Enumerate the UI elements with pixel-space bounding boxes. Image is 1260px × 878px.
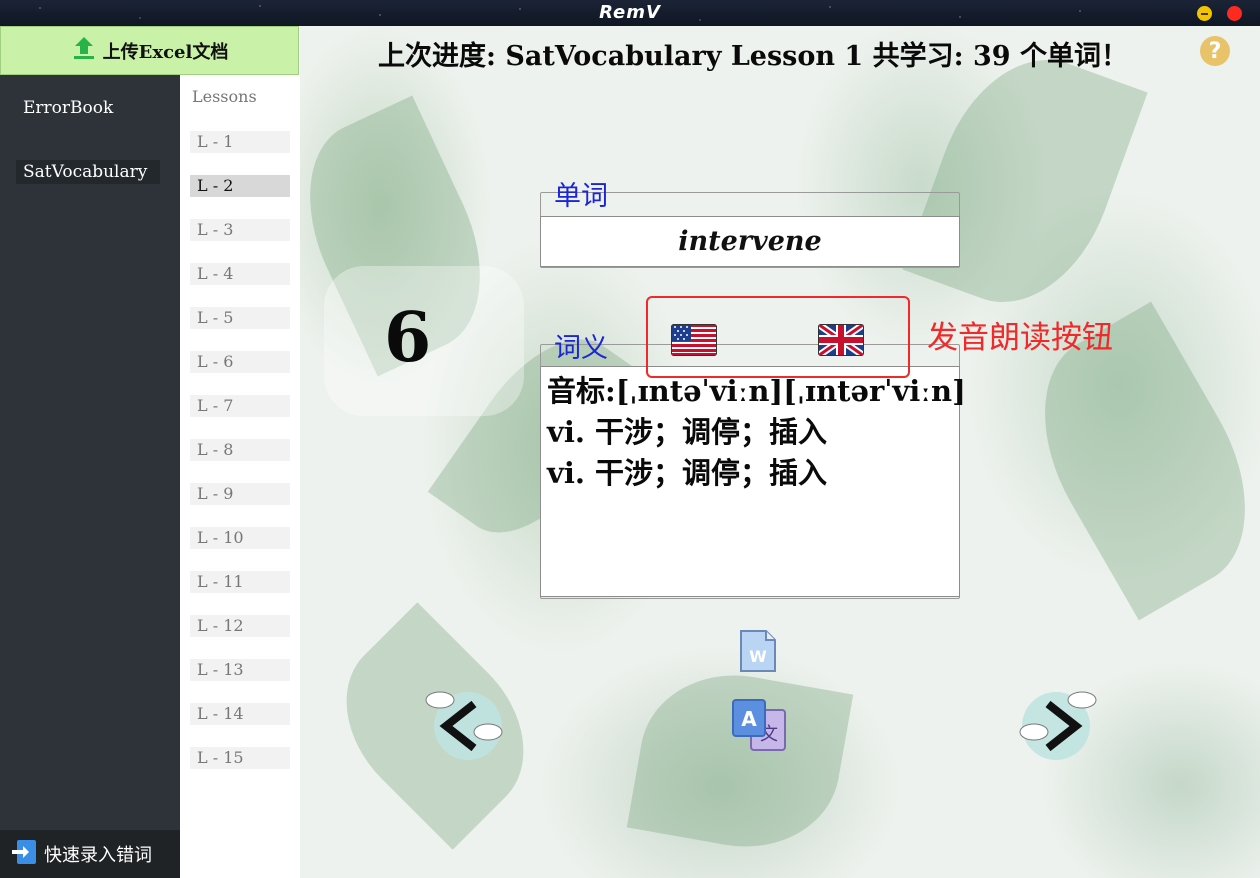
- quick-entry-icon: [10, 838, 38, 871]
- next-arrow-icon: [1019, 691, 1097, 760]
- prev-arrow-icon: [425, 691, 503, 760]
- lesson-item[interactable]: L - 3: [190, 219, 290, 241]
- upload-label: 上传Excel文档: [102, 41, 229, 63]
- sidebar: 上传Excel文档 ErrorBook SatVocabulary 快速录入错词: [0, 26, 299, 878]
- word-legend: 单词: [554, 181, 608, 212]
- sidebar-item-label: SatVocabulary: [23, 162, 148, 182]
- lesson-item[interactable]: L - 12: [190, 615, 290, 637]
- title-bar: RemV: [0, 0, 1260, 26]
- lesson-item-active[interactable]: L - 2: [190, 175, 290, 197]
- upload-icon: [71, 35, 97, 66]
- lesson-item[interactable]: L - 11: [190, 571, 290, 593]
- quick-entry-button[interactable]: 快速录入错词: [0, 830, 180, 878]
- lesson-item[interactable]: L - 15: [190, 747, 290, 769]
- app-title: RemV: [599, 2, 661, 23]
- sidebar-item-label: ErrorBook: [23, 98, 114, 118]
- lesson-item[interactable]: L - 14: [190, 703, 290, 725]
- definition-line: vi. 干涉；调停；插入: [547, 415, 828, 449]
- lesson-item[interactable]: L - 10: [190, 527, 290, 549]
- lesson-item[interactable]: L - 5: [190, 307, 290, 329]
- lesson-item[interactable]: L - 1: [190, 131, 290, 153]
- upload-excel-button[interactable]: 上传Excel文档: [0, 26, 299, 75]
- help-icon[interactable]: ?: [1200, 36, 1230, 66]
- word-doc-icon[interactable]: W: [738, 628, 778, 674]
- lesson-item[interactable]: L - 7: [190, 395, 290, 417]
- lessons-header: Lessons: [192, 87, 257, 106]
- next-word-button[interactable]: [1012, 686, 1102, 764]
- main-area: 上次进度: SatVocabulary Lesson 1 共学习: 39 个单词…: [300, 26, 1260, 878]
- word-display: intervene: [540, 216, 960, 267]
- annotation-label: 发音朗读按钮: [927, 320, 1113, 356]
- quick-entry-label: 快速录入错词: [44, 845, 152, 866]
- annotation-highlight-box: [646, 296, 910, 378]
- translate-icon[interactable]: 文 A: [729, 696, 791, 756]
- lesson-item[interactable]: L - 8: [190, 439, 290, 461]
- prev-word-button[interactable]: [422, 686, 512, 764]
- lesson-item[interactable]: L - 4: [190, 263, 290, 285]
- sidebar-item-satvocabulary[interactable]: SatVocabulary: [16, 160, 160, 184]
- meaning-display: 音标:[ˌɪntəˈviːn][ˌɪntərˈviːn] vi. 干涉；调停；插…: [540, 366, 966, 597]
- word-counter: 6: [384, 298, 432, 378]
- background-leaf: [626, 659, 854, 863]
- svg-text:W: W: [749, 647, 767, 666]
- lessons-panel: Lessons L - 1 L - 2 L - 3 L - 4 L - 5 L …: [180, 75, 300, 878]
- lesson-item[interactable]: L - 9: [190, 483, 290, 505]
- background-leaf: [902, 34, 1148, 328]
- meaning-legend: 词义: [554, 333, 608, 364]
- definition-line: vi. 干涉；调停；插入: [547, 456, 828, 490]
- lesson-item[interactable]: L - 6: [190, 351, 290, 373]
- sidebar-item-errorbook[interactable]: ErrorBook: [16, 96, 120, 120]
- svg-text:A: A: [741, 707, 757, 731]
- close-button[interactable]: [1227, 6, 1242, 21]
- lesson-item[interactable]: L - 13: [190, 659, 290, 681]
- progress-title: 上次进度: SatVocabulary Lesson 1 共学习: 39 个单词…: [378, 41, 1128, 72]
- minimize-button[interactable]: [1197, 6, 1212, 21]
